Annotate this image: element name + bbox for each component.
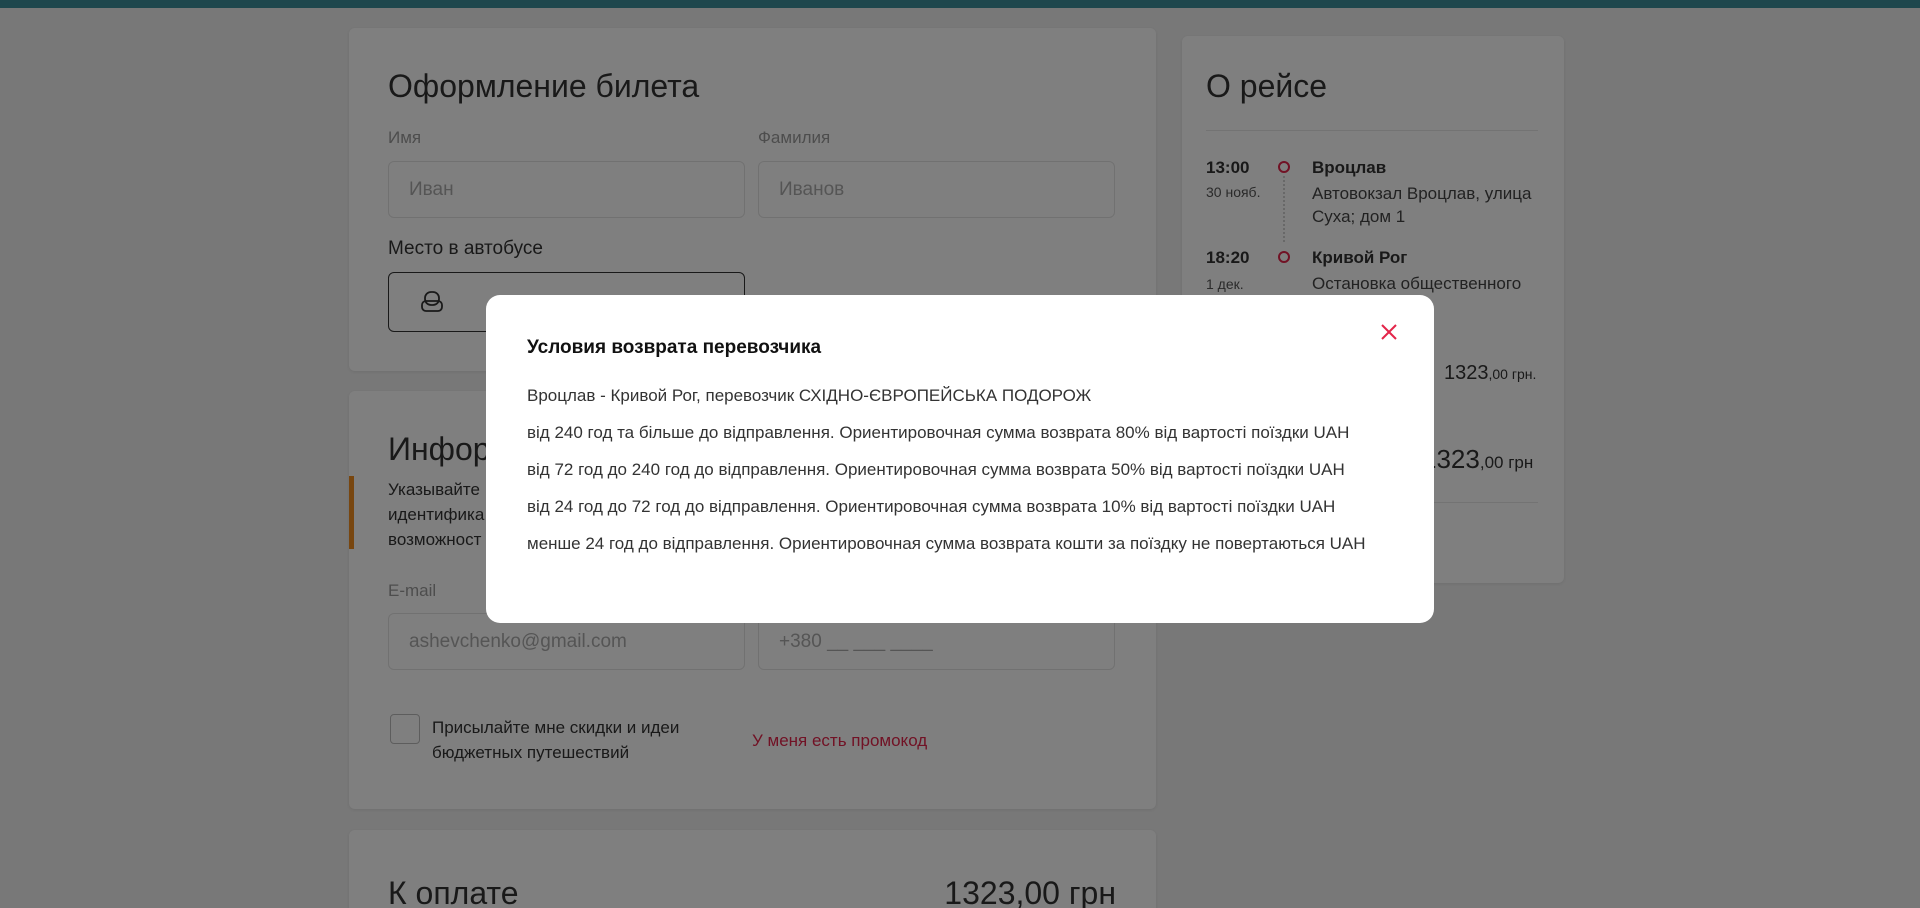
- refund-rule: від 240 год та більше до відправлення. О…: [527, 423, 1350, 442]
- modal-title: Условия возврата перевозчика: [527, 337, 822, 358]
- route-text: Вроцлав - Кривой Рог, перевозчик СХІДНО-…: [527, 386, 1092, 405]
- modal-body: Вроцлав - Кривой Рог, перевозчик СХІДНО-…: [527, 383, 1397, 568]
- refund-rule: від 72 год до 240 год до відправлення. О…: [527, 460, 1345, 479]
- close-icon[interactable]: [1374, 317, 1404, 347]
- refund-rule: менше 24 год до відправлення. Ориентиров…: [527, 534, 1366, 553]
- refund-conditions-modal: Условия возврата перевозчика Вроцлав - К…: [486, 295, 1434, 623]
- refund-rule: від 24 год до 72 год до відправлення. Ор…: [527, 497, 1336, 516]
